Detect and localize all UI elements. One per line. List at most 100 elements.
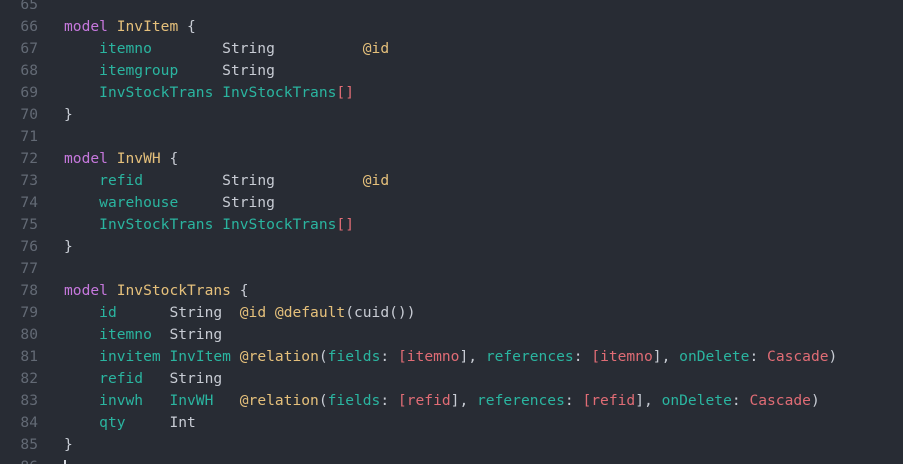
code-token: ],	[652, 348, 680, 365]
code-token: Cascade	[767, 348, 829, 365]
code-token: fields	[327, 392, 381, 409]
code-token: itemno	[600, 348, 653, 365]
code-token: model	[64, 282, 108, 299]
code-text: }	[64, 434, 73, 456]
code-line[interactable]: 65	[0, 0, 903, 16]
code-token: @relation	[239, 348, 319, 365]
code-line[interactable]: 69 InvStockTrans InvStockTrans[]	[0, 82, 903, 104]
code-line[interactable]: 73 refid String @id	[0, 170, 903, 192]
code-token: refid	[406, 392, 451, 409]
line-number: 67	[20, 40, 38, 57]
code-text: itemno String @id	[64, 38, 389, 60]
code-text: }	[64, 236, 73, 258]
code-token: Int	[125, 414, 196, 431]
line-number: 72	[20, 150, 38, 167]
code-text: refid String @id	[64, 170, 389, 192]
code-token: itemgroup	[99, 62, 179, 79]
code-line[interactable]: 80 itemno String	[0, 324, 903, 346]
code-token: InvStockTrans	[99, 216, 214, 233]
code-editor[interactable]: 65 66 model InvItem {67 itemno String @id 6…	[0, 0, 903, 464]
code-token: [	[591, 348, 601, 365]
code-line[interactable]: 68 itemgroup String	[0, 60, 903, 82]
code-token: @relation	[239, 392, 319, 409]
code-line[interactable]: 70}	[0, 104, 903, 126]
code-text: refid String	[64, 368, 222, 390]
code-text: id String @id @default(cuid())	[64, 302, 415, 324]
code-token: }	[64, 238, 73, 255]
line-number: 73	[20, 172, 38, 189]
code-token: model	[64, 18, 108, 35]
code-token: ],	[635, 392, 662, 409]
code-line[interactable]: 81 invitem InvItem @relation(fields: [it…	[0, 346, 903, 368]
code-line[interactable]: 66 model InvItem {	[0, 16, 903, 38]
code-token: ],	[459, 348, 486, 365]
code-token: :	[564, 392, 583, 409]
code-line[interactable]: 86	[0, 456, 903, 464]
code-token: ],	[450, 392, 478, 409]
code-line[interactable]: 67 itemno String @id	[0, 38, 903, 60]
code-text: model InvStockTrans {	[64, 280, 249, 302]
code-line[interactable]: 75 InvStockTrans InvStockTrans[]	[0, 214, 903, 236]
code-token: :	[380, 348, 398, 365]
code-line[interactable]: 72 model InvWH {	[0, 148, 903, 170]
code-token: InvWH	[169, 392, 214, 409]
code-line[interactable]: 82 refid String	[0, 368, 903, 390]
code-token: String	[151, 40, 363, 57]
code-token: InvStockTrans	[99, 84, 214, 101]
code-line[interactable]: 85}	[0, 434, 903, 456]
code-token: onDelete	[661, 392, 732, 409]
code-token: @id	[362, 172, 390, 189]
code-line[interactable]: 77	[0, 258, 903, 280]
code-token: String	[178, 62, 275, 79]
line-number: 85	[20, 436, 38, 453]
code-line[interactable]: 79 id String @id @default(cuid())	[0, 302, 903, 324]
code-line[interactable]: 76}	[0, 236, 903, 258]
code-token: }	[64, 436, 73, 453]
code-text: warehouse String	[64, 192, 275, 214]
code-token: []	[336, 216, 354, 233]
code-line[interactable]: 83 invwh InvWH @relation(fields: [refid]…	[0, 390, 903, 412]
code-token: :	[731, 392, 750, 409]
code-text: itemno String	[64, 324, 222, 346]
code-token: {	[160, 150, 179, 167]
code-text: invitem InvItem @relation(fields: [itemn…	[64, 346, 837, 368]
code-token: [	[582, 392, 592, 409]
code-token: String	[143, 370, 223, 387]
code-token: String	[116, 304, 240, 321]
line-number: 82	[20, 370, 38, 387]
code-token: String	[151, 326, 223, 343]
code-token: InvItem	[116, 18, 179, 35]
code-token: )	[828, 348, 838, 365]
code-token: InvStockTrans	[222, 216, 337, 233]
code-line[interactable]: 74 warehouse String	[0, 192, 903, 214]
code-line[interactable]: 84 qty Int	[0, 412, 903, 434]
code-text: itemgroup String	[64, 60, 275, 82]
code-line[interactable]: 71	[0, 126, 903, 148]
code-token: references	[485, 348, 574, 365]
code-text: qty Int	[64, 412, 196, 434]
code-token: :	[573, 348, 592, 365]
line-number: 78	[20, 282, 38, 299]
code-token: itemno	[406, 348, 460, 365]
code-token: itemno	[99, 326, 152, 343]
code-text: InvStockTrans InvStockTrans[]	[64, 214, 354, 236]
line-number: 66	[20, 18, 38, 35]
code-token: Cascade	[749, 392, 811, 409]
code-token: InvItem	[169, 348, 231, 365]
code-line[interactable]: 78 model InvStockTrans {	[0, 280, 903, 302]
line-number: 70	[20, 106, 38, 123]
code-text: model InvWH {	[64, 148, 178, 170]
code-token: InvStockTrans	[116, 282, 231, 299]
